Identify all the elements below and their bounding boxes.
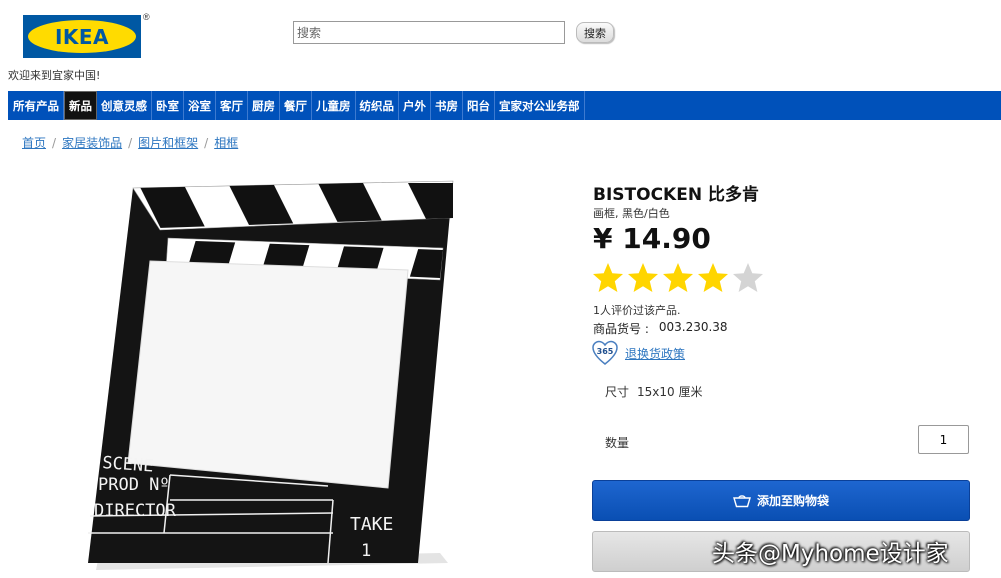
take-label: TAKE	[350, 514, 393, 535]
search-button[interactable]: 搜索	[576, 22, 614, 43]
director-label: DIRECTOR	[94, 501, 177, 521]
size-value: 15x10 厘米	[637, 385, 703, 399]
breadcrumb-separator: /	[204, 135, 209, 150]
nav-item[interactable]: 宜家对公业务部	[495, 91, 585, 120]
watermark-text: 头条@Myhome设计家	[712, 541, 949, 567]
star-empty-icon[interactable]	[731, 261, 765, 295]
article-label: 商品货号 :	[593, 322, 649, 336]
add-to-cart-label: 添加至购物袋	[756, 494, 829, 508]
product-image[interactable]: SCENE PROD Nº DIRECTOR TAKE 1	[88, 178, 468, 573]
return-policy-row: 365 退换货政策	[591, 339, 685, 367]
registered-mark: ®	[143, 12, 150, 22]
nav-item[interactable]: 餐厅	[280, 91, 312, 120]
size-row: 尺寸 15x10 厘米	[605, 383, 702, 400]
rating-stars[interactable]	[591, 261, 765, 295]
nav-item[interactable]: 客厅	[216, 91, 248, 120]
main-nav: 所有产品 新品 创意灵感 卧室 浴室 客厅 厨房 餐厅 儿童房 纺织品 户外 书房 阳台 宜家对公业务部	[8, 91, 1001, 120]
nav-item[interactable]: 所有产品	[9, 91, 64, 120]
breadcrumb-separator: /	[52, 135, 57, 150]
breadcrumb-decor[interactable]: 家居装饰品	[62, 134, 122, 151]
breadcrumb-pictures-frames[interactable]: 图片和框架	[138, 134, 198, 151]
size-label: 尺寸	[605, 385, 630, 399]
nav-item[interactable]: 新品	[64, 91, 97, 120]
prod-label: PROD Nº	[98, 475, 170, 495]
return-policy-link[interactable]: 退换货政策	[625, 345, 685, 362]
nav-item[interactable]: 阳台	[463, 91, 495, 120]
star-filled-icon[interactable]	[626, 261, 660, 295]
nav-item[interactable]: 厨房	[248, 91, 280, 120]
star-filled-icon[interactable]	[696, 261, 730, 295]
ikea-logo[interactable]: IKEA	[23, 15, 141, 58]
shopping-bag-icon	[733, 494, 751, 507]
product-price: ¥ 14.90	[593, 222, 711, 255]
photo-window	[127, 260, 409, 489]
take-number: 1	[361, 541, 371, 561]
breadcrumb-frames[interactable]: 相框	[214, 134, 238, 151]
quantity-label: 数量	[605, 436, 630, 450]
heart-365-icon: 365	[592, 340, 618, 365]
star-filled-icon[interactable]	[661, 261, 695, 295]
nav-item[interactable]: 纺织品	[356, 91, 399, 120]
nav-item[interactable]: 创意灵感	[97, 91, 152, 120]
article-number-row: 商品货号 : 003.230.38	[593, 320, 728, 337]
quantity-input[interactable]	[918, 425, 969, 454]
welcome-text: 欢迎来到宜家中国!	[8, 69, 101, 82]
nav-item[interactable]: 书房	[431, 91, 463, 120]
scene-label: SCENE	[102, 453, 154, 477]
review-count: 1人评价过该产品.	[593, 304, 681, 317]
nav-item[interactable]: 户外	[399, 91, 431, 120]
return-badge: 365	[597, 347, 614, 356]
add-to-cart-button[interactable]: 添加至购物袋	[592, 480, 970, 521]
nav-item[interactable]: 儿童房	[312, 91, 356, 120]
nav-item[interactable]: 卧室	[152, 91, 184, 120]
product-title: BISTOCKEN 比多肯	[593, 185, 759, 205]
article-number: 003.230.38	[658, 320, 728, 334]
breadcrumb-separator: /	[128, 135, 133, 150]
search-input[interactable]	[293, 21, 565, 44]
logo-oval: IKEA	[28, 20, 136, 53]
star-filled-icon[interactable]	[591, 261, 625, 295]
nav-item[interactable]: 浴室	[184, 91, 216, 120]
logo-text: IKEA	[54, 24, 110, 49]
breadcrumb-home[interactable]: 首页	[22, 134, 46, 151]
breadcrumb: 首页 / 家居装饰品 / 图片和框架 / 相框	[22, 134, 238, 151]
product-subtitle: 画框, 黑色/白色	[593, 207, 670, 220]
